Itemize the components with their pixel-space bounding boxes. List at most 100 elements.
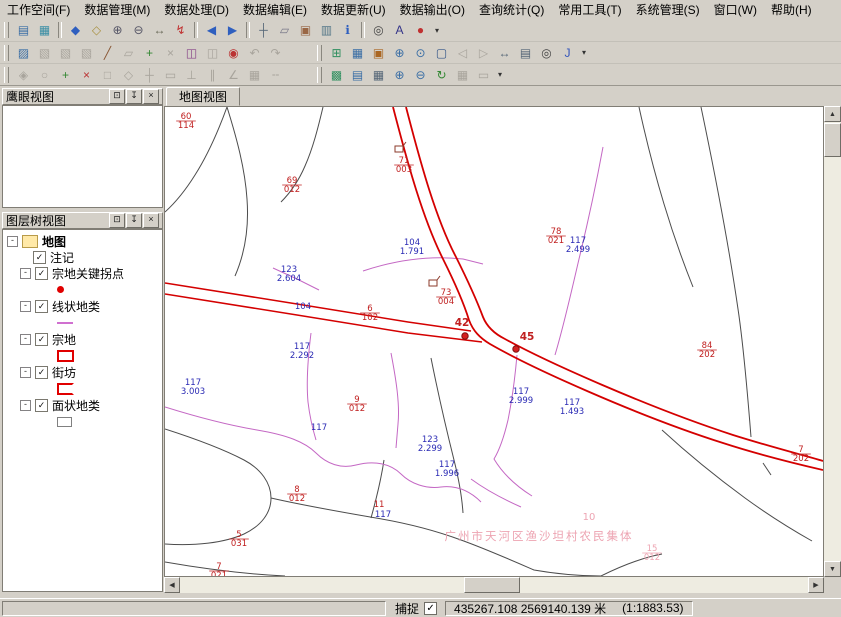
merge-features-icon[interactable]: ▣ — [295, 20, 316, 40]
menu-item-2[interactable]: 数据处理(D) — [157, 0, 236, 20]
scroll-right-icon[interactable]: ▶ — [808, 577, 824, 593]
zoom-free-icon[interactable]: ⊕ — [389, 43, 410, 63]
layer-visibility-checkbox[interactable]: ✓ — [35, 300, 48, 313]
tile-windows-icon[interactable]: ▦ — [347, 43, 368, 63]
layer-label[interactable]: 宗地 — [52, 331, 76, 348]
layer-row-4[interactable]: -✓ 街坊 — [7, 364, 162, 380]
collapse-icon[interactable]: - — [20, 367, 31, 378]
refresh-view-icon[interactable]: ↻ — [431, 65, 452, 85]
menu-item-4[interactable]: 数据更新(U) — [314, 0, 393, 20]
collapse-icon[interactable]: - — [20, 268, 31, 279]
open-workspace-icon[interactable]: ▤ — [13, 20, 34, 40]
menu-item-10[interactable]: 帮助(H) — [764, 0, 819, 20]
map-canvas[interactable]: 6011469012710037802173004610284202901272… — [165, 107, 823, 576]
scroll-left-icon[interactable]: ◀ — [164, 577, 180, 593]
map-vertical-scrollbar[interactable]: ▲ ▼ — [824, 106, 841, 577]
toolbar-grip[interactable] — [4, 67, 9, 83]
new-map-window-icon[interactable]: ⊞ — [326, 43, 347, 63]
layer-label[interactable]: 注记 — [50, 249, 74, 266]
layer-label[interactable]: 宗地关键拐点 — [52, 265, 124, 282]
horizontal-scroll-thumb[interactable] — [464, 577, 520, 593]
toolbar-grip[interactable] — [317, 45, 322, 61]
select-region-tool-icon[interactable]: ◇ — [86, 20, 107, 40]
toolbar-overflow-button[interactable]: ▾ — [578, 43, 590, 63]
map-properties-icon[interactable]: ▣ — [368, 43, 389, 63]
collapse-icon[interactable]: - — [7, 236, 18, 247]
goto-position-icon[interactable]: J — [557, 43, 578, 63]
toolbar-overflow-button[interactable]: ▾ — [494, 65, 506, 85]
refresh-map-icon[interactable]: ↯ — [170, 20, 191, 40]
toolbar-grip[interactable] — [4, 45, 9, 61]
save-workspace-icon[interactable]: ▦ — [34, 20, 55, 40]
layer-row-2[interactable]: -✓ 线状地类 — [7, 298, 162, 314]
toolbar-grip[interactable] — [317, 67, 322, 83]
layer-visibility-checkbox[interactable]: ✓ — [35, 333, 48, 346]
layer-visibility-checkbox[interactable]: ✓ — [33, 251, 46, 264]
snap-checkbox[interactable]: ✓ — [424, 602, 437, 615]
collapse-icon[interactable]: - — [20, 301, 31, 312]
menu-item-0[interactable]: 工作空间(F) — [0, 0, 77, 20]
menu-item-3[interactable]: 数据编辑(E) — [236, 0, 314, 20]
scroll-down-icon[interactable]: ▼ — [824, 561, 841, 577]
previous-view-icon[interactable]: ◀ — [201, 20, 222, 40]
add-node-icon[interactable]: + — [55, 65, 76, 85]
zoom-out-tool-icon[interactable]: ⊖ — [128, 20, 149, 40]
snap-toggle-icon[interactable]: ◉ — [223, 43, 244, 63]
menu-item-5[interactable]: 数据输出(O) — [393, 0, 472, 20]
layer-manager-icon[interactable]: ▤ — [515, 43, 536, 63]
identify-info-icon[interactable]: ℹ — [337, 20, 358, 40]
add-point-feature-icon[interactable]: ● — [410, 20, 431, 40]
eagle-eye-canvas[interactable] — [2, 105, 163, 208]
layer-visibility-checkbox[interactable]: ✓ — [35, 366, 48, 379]
find-label-icon[interactable]: A — [389, 20, 410, 40]
find-icon[interactable]: ◎ — [368, 20, 389, 40]
zoom-in-tool-icon[interactable]: ⊕ — [107, 20, 128, 40]
layer-label[interactable]: 街坊 — [52, 364, 76, 381]
zoom-selected-icon[interactable]: ⊙ — [410, 43, 431, 63]
close-panel-icon[interactable]: × — [143, 89, 159, 104]
measure-distance-icon[interactable]: ┼ — [253, 20, 274, 40]
collapse-icon[interactable]: - — [20, 400, 31, 411]
layer-row-1[interactable]: -✓ 宗地关键拐点 — [7, 265, 162, 281]
map-horizontal-scrollbar[interactable]: ◀ ▶ — [164, 577, 824, 593]
draw-line-icon[interactable]: ╱ — [97, 43, 118, 63]
layer-row-3[interactable]: -✓宗地 — [7, 331, 162, 347]
tree-root-label[interactable]: 地图 — [42, 233, 66, 250]
toolbar-overflow-button[interactable]: ▾ — [431, 20, 443, 40]
print-map-icon[interactable]: ▦ — [368, 65, 389, 85]
map-find-icon[interactable]: ◎ — [536, 43, 557, 63]
statistics-icon[interactable]: ▥ — [316, 20, 337, 40]
layer-row-0[interactable]: ✓ 注记 — [7, 249, 162, 265]
next-view-icon[interactable]: ▶ — [222, 20, 243, 40]
zoom-out-alt-icon[interactable]: ⊖ — [410, 65, 431, 85]
close-panel-icon[interactable]: × — [143, 213, 159, 228]
pan-view-icon[interactable]: ↔ — [494, 43, 515, 63]
layer-tree-titlebar[interactable]: 图层树视图 ⊡↧× — [2, 212, 163, 229]
vertex-edit-icon[interactable]: ▱ — [274, 20, 295, 40]
float-panel-icon[interactable]: ⊡ — [109, 213, 125, 228]
layer-label[interactable]: 面状地类 — [52, 397, 100, 414]
menu-item-1[interactable]: 数据管理(M) — [77, 0, 157, 20]
tree-root-row[interactable]: - 地图 — [7, 233, 162, 249]
vertical-scroll-thumb[interactable] — [824, 123, 841, 157]
pan-tool-icon[interactable]: ↔ — [149, 20, 170, 40]
layer-label[interactable]: 线状地类 — [52, 298, 100, 315]
toolbar-grip[interactable] — [4, 22, 9, 38]
zoom-in-alt-icon[interactable]: ⊕ — [389, 65, 410, 85]
split-feature-icon[interactable]: ◫ — [181, 43, 202, 63]
layer-row-5[interactable]: -✓面状地类 — [7, 397, 162, 413]
select-tool-icon[interactable]: ◆ — [65, 20, 86, 40]
layout-view-icon[interactable]: ▤ — [347, 65, 368, 85]
export-map-image-icon[interactable]: ▨ — [13, 43, 34, 63]
tab-map-view[interactable]: 地图视图 — [166, 87, 240, 106]
layer-visibility-checkbox[interactable]: ✓ — [35, 267, 48, 280]
float-panel-icon[interactable]: ⊡ — [109, 89, 125, 104]
pin-panel-icon[interactable]: ↧ — [126, 213, 142, 228]
add-vertex-icon[interactable]: + — [139, 43, 160, 63]
menu-item-9[interactable]: 窗口(W) — [707, 0, 764, 20]
pin-panel-icon[interactable]: ↧ — [126, 89, 142, 104]
menu-item-6[interactable]: 查询统计(Q) — [472, 0, 551, 20]
delete-node-icon[interactable]: × — [76, 65, 97, 85]
menu-item-7[interactable]: 常用工具(T) — [551, 0, 628, 20]
full-extent-icon[interactable]: ▢ — [431, 43, 452, 63]
